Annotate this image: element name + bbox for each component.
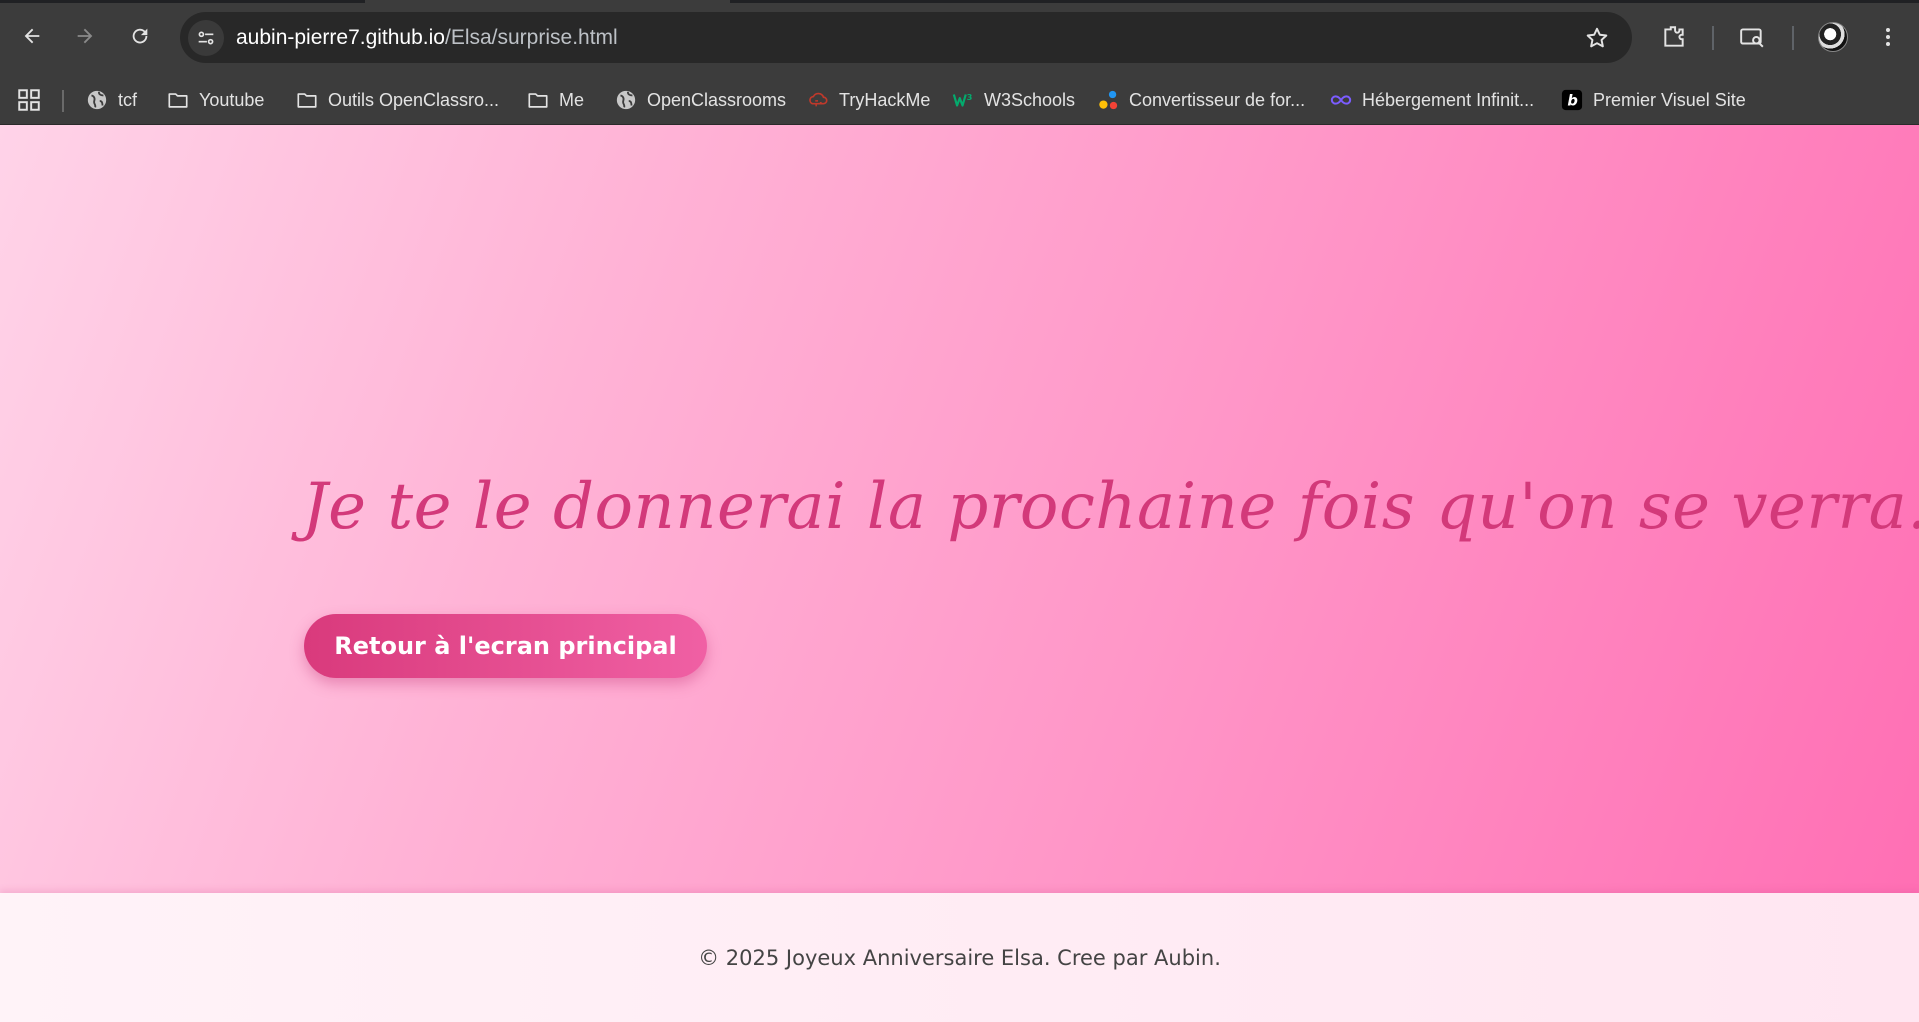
bookmark-label: Hébergement Infinit... (1362, 89, 1535, 110)
b-logo-icon: b (1561, 89, 1583, 111)
svg-text:3: 3 (967, 92, 973, 102)
menu-kebab-icon[interactable] (1873, 22, 1903, 52)
address-bar[interactable]: aubin-pierre7.github.io/Elsa/surprise.ht… (180, 12, 1632, 63)
back-to-main-button[interactable]: Retour à l'ecran principal (304, 614, 707, 678)
url-host: aubin-pierre7.github.io (236, 26, 445, 49)
page-footer: © 2025 Joyeux Anniversaire Elsa. Cree pa… (0, 893, 1919, 1022)
footer-copyright: © 2025 Joyeux Anniversaire Elsa. Cree pa… (698, 945, 1221, 970)
active-tab-indicator (365, 0, 730, 3)
bookmark-label: Outils OpenClassro... (328, 89, 500, 110)
bookmark-hebergement[interactable]: Hébergement Infinit... (1330, 87, 1534, 113)
reload-icon[interactable] (122, 18, 158, 54)
globe-icon (615, 89, 637, 111)
folder-icon (167, 89, 189, 111)
bookmark-openclassrooms[interactable]: OpenClassrooms (615, 87, 786, 113)
bookmark-premier-visuel-site[interactable]: b Premier Visuel Site (1561, 87, 1746, 113)
tab-strip-edge (0, 0, 1919, 3)
toolbar-separator (1712, 26, 1714, 50)
browser-toolbar: aubin-pierre7.github.io/Elsa/surprise.ht… (0, 0, 1919, 75)
back-icon[interactable] (14, 18, 50, 54)
bookmark-label: TryHackMe (839, 89, 931, 110)
bookmark-label: Convertisseur de for... (1129, 89, 1306, 110)
bookmark-tryhackme[interactable]: TryHackMe (807, 87, 930, 113)
folder-icon (296, 89, 318, 111)
globe-icon (86, 89, 108, 111)
bookmark-label: Me (559, 89, 585, 110)
bookmark-label: W3Schools (984, 89, 1076, 110)
bookmark-label: Youtube (199, 89, 265, 110)
hero-section: Je te le donnerai la prochaine fois qu'o… (0, 125, 1919, 893)
apps-grid-icon[interactable] (16, 87, 42, 113)
bookmark-label: tcf (118, 89, 138, 110)
bookmark-tcf[interactable]: tcf (86, 87, 137, 113)
profile-avatar[interactable] (1818, 22, 1848, 52)
folder-icon (527, 89, 549, 111)
bookmarks-separator (62, 90, 64, 112)
converter-icon (1097, 89, 1119, 111)
url-path: /Elsa/surprise.html (444, 26, 618, 49)
bookmark-label: Premier Visuel Site (1593, 89, 1746, 110)
tab-search-icon[interactable] (1737, 22, 1767, 52)
forward-icon[interactable] (67, 18, 103, 54)
bookmark-star-icon[interactable] (1584, 25, 1610, 51)
toolbar-separator (1792, 26, 1794, 50)
site-info-icon[interactable] (188, 20, 224, 56)
page-viewport: Je te le donnerai la prochaine fois qu'o… (0, 125, 1919, 1022)
surprise-message: Je te le donnerai la prochaine fois qu'o… (302, 470, 1919, 544)
bookmark-youtube[interactable]: Youtube (167, 87, 264, 113)
extensions-icon[interactable] (1659, 22, 1689, 52)
w3schools-icon: 3 (952, 89, 974, 111)
bookmark-convertisseur[interactable]: Convertisseur de for... (1097, 87, 1305, 113)
bookmark-outils-openclassrooms[interactable]: Outils OpenClassro... (296, 87, 499, 113)
bookmark-label: OpenClassrooms (647, 89, 787, 110)
infinity-icon (1330, 89, 1352, 111)
url-text[interactable]: aubin-pierre7.github.io/Elsa/surprise.ht… (236, 26, 618, 50)
tryhackme-icon (807, 89, 829, 111)
bookmark-me[interactable]: Me (527, 87, 584, 113)
bookmark-w3schools[interactable]: 3 W3Schools (952, 87, 1075, 113)
bookmarks-bar: tcf Youtube Outils OpenClassro... Me Ope… (0, 75, 1919, 125)
svg-text:b: b (1567, 93, 1578, 110)
